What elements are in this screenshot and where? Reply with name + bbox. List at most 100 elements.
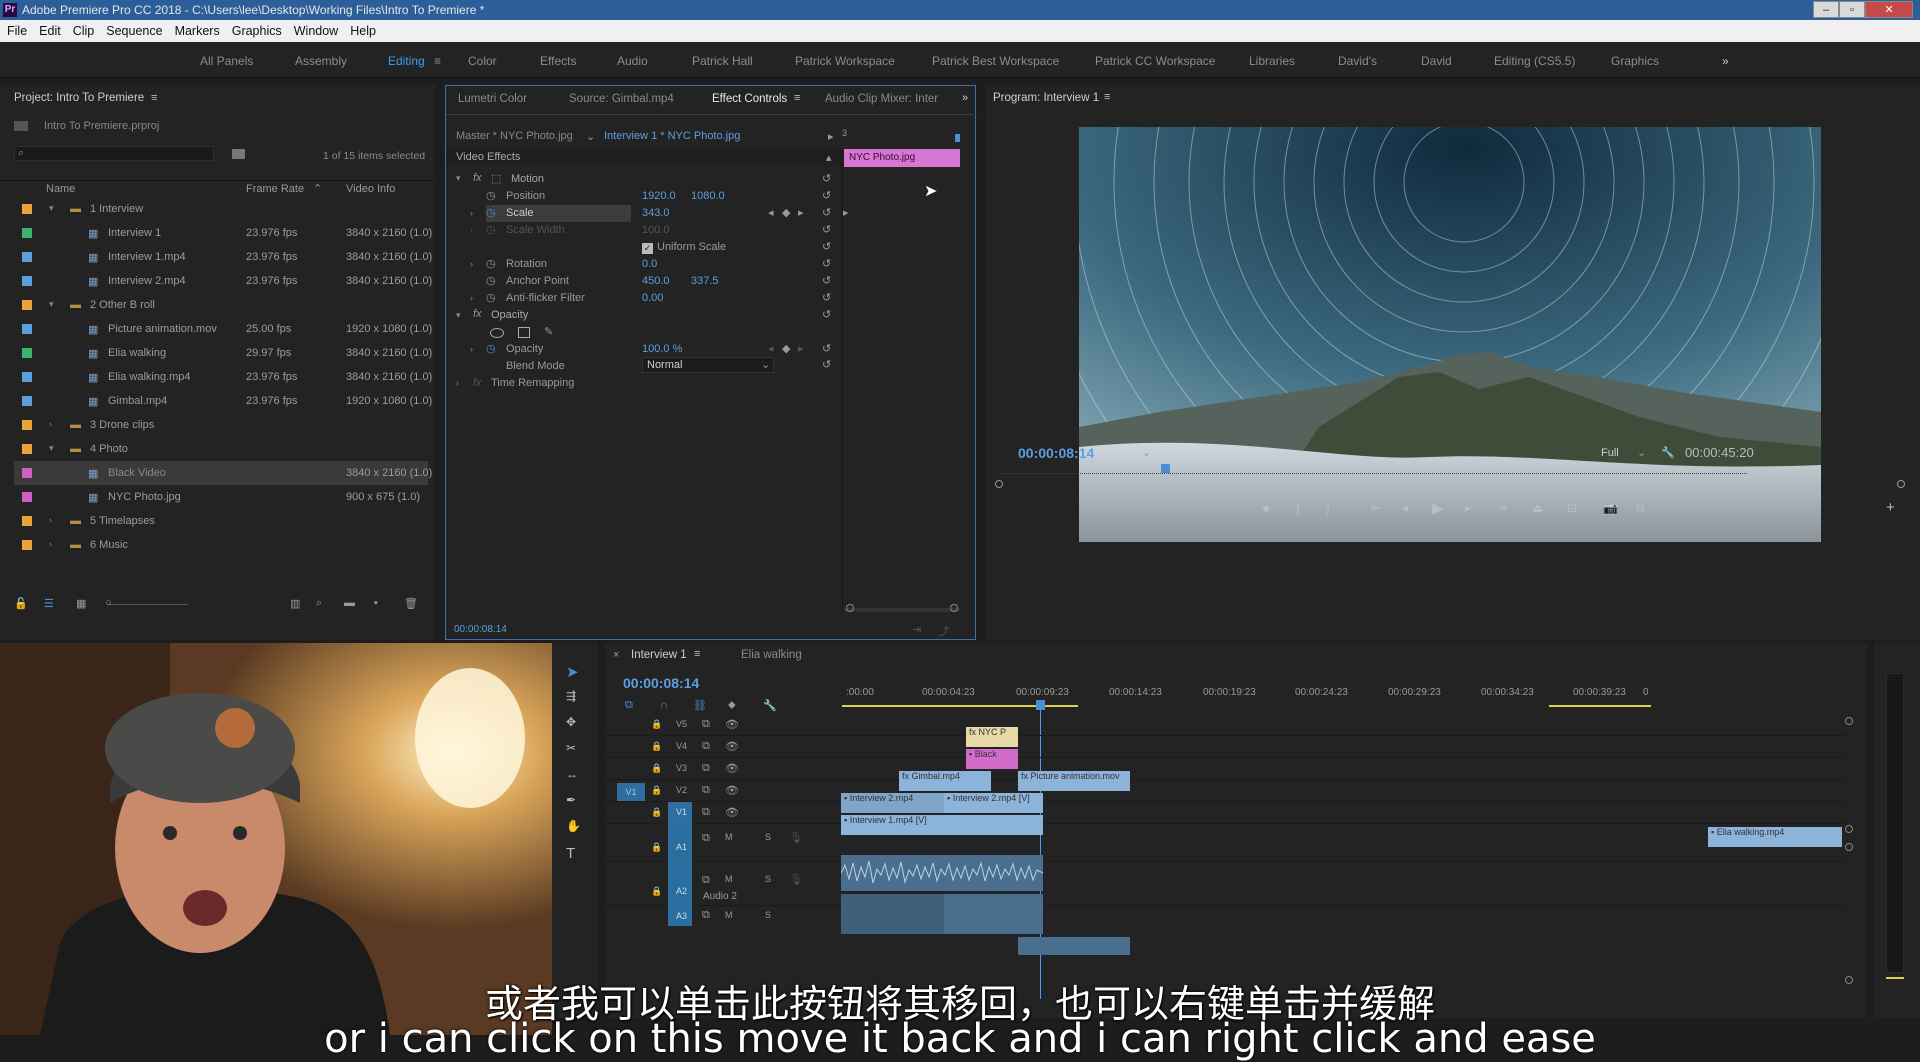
next-keyframe-icon[interactable]: ▸ [798,206,804,219]
add-button-icon[interactable]: + [1886,499,1895,516]
column-name[interactable]: Name [46,183,75,195]
nest-icon[interactable]: ⧉ [625,699,633,712]
tab-lumetri-color[interactable]: Lumetri Color [458,93,527,105]
reset-uniform-icon[interactable]: ↺ [822,240,831,253]
collapse-up-icon[interactable]: ▴ [826,151,832,164]
program-playhead[interactable] [1161,464,1170,473]
timeline-vscroll-mid[interactable] [1845,825,1853,833]
slip-tool-icon[interactable]: ↔ [566,767,578,781]
dropdown-chevron-icon[interactable]: ⌄ [586,130,595,143]
filter-icon[interactable]: ⇥ [912,623,921,636]
anchor-x-value[interactable]: 450.0 [642,275,670,287]
reset-motion-icon[interactable]: ↺ [822,172,831,185]
voiceover-mic-icon[interactable]: 🎙 [789,831,803,844]
label-color-swatch[interactable] [22,516,32,526]
project-item-row[interactable]: ▦ Picture animation.mov 25.00 fps 1920 x 10… [14,317,432,341]
add-keyframe-icon[interactable]: ◆ [782,206,790,219]
mute-a3-button[interactable]: M [725,910,733,920]
list-view-icon[interactable]: ☰ [44,597,54,610]
track-v4-label[interactable]: V4 [676,741,687,751]
hand-tool-icon[interactable]: ✋ [566,819,581,833]
antiflicker-value[interactable]: 0.00 [642,292,663,304]
program-ruler[interactable] [1001,473,1747,483]
label-color-swatch[interactable] [22,540,32,550]
pen-tool-icon[interactable]: ✒ [566,793,576,807]
project-search-input[interactable]: ⌕ [14,146,214,161]
scale-value[interactable]: 343.0 [642,207,670,219]
project-item-row[interactable]: ▾ ▬ 2 Other B roll [14,293,428,317]
fx-icon[interactable]: fx [473,172,482,184]
audio-clip-a1[interactable] [840,855,1044,891]
eye-icon[interactable]: 👁 [725,740,739,753]
step-back-icon[interactable]: ◂ [1402,501,1408,515]
audio-clip-a2-b[interactable] [944,894,1043,934]
keyframe-arrow-icon[interactable]: ▸ [843,206,849,219]
add-keyframe-icon[interactable]: ◆ [782,342,790,355]
fit-dropdown[interactable]: Fit [1108,447,1120,459]
stopwatch-active-icon[interactable]: ◷ [486,206,496,219]
lock-track-icon[interactable]: 🔒 [651,842,662,853]
solo-a3-button[interactable]: S [765,910,771,920]
label-color-swatch[interactable] [22,204,32,214]
more-panels-icon[interactable]: » [962,92,968,104]
clip-interview-2-b[interactable]: ▪ Interview 2.mp4 [V] [944,793,1043,813]
menu-markers[interactable]: Markers [175,24,220,38]
reset-blend-icon[interactable]: ↺ [822,358,831,371]
reset-anchor-icon[interactable]: ↺ [822,274,831,287]
lock-track-icon[interactable]: 🔒 [651,886,662,897]
go-to-out-icon[interactable]: ⇥ [1497,501,1507,515]
lock-track-icon[interactable]: 🔒 [651,785,662,796]
tab-elia-walking[interactable]: Elia walking [741,649,802,661]
workspace-more-button[interactable]: » [1722,54,1729,68]
workspace-all-panels[interactable]: All Panels [200,54,253,68]
project-item-row[interactable]: ▦ NYC Photo.jpg 900 x 675 (1.0) [14,485,428,509]
project-item-row[interactable]: ▦ Interview 2.mp4 23.976 fps 3840 x 2160 (1… [14,269,432,293]
chevron-right-icon[interactable]: › [49,539,52,549]
mute-a2-button[interactable]: M [725,874,733,884]
opacity-value[interactable]: 100.0 % [642,343,682,355]
audio-clip-a3[interactable] [1018,937,1130,955]
add-marker-icon[interactable]: ⬥ [1262,501,1270,516]
menu-edit[interactable]: Edit [39,24,61,38]
clip-elia-walking-v1[interactable]: ▪ Elia walking.mp4 [1708,827,1842,847]
mini-clip-bar[interactable]: NYC Photo.jpg [844,149,960,167]
workspace-libraries[interactable]: Libraries [1249,54,1295,68]
workspace-editing[interactable]: Editing [388,54,425,68]
sync-lock-icon[interactable]: ⧉ [702,874,710,887]
pen-mask-icon[interactable]: ✎ [544,325,553,338]
menu-sequence[interactable]: Sequence [106,24,162,38]
position-y-value[interactable]: 1080.0 [691,190,725,202]
workspace-assembly[interactable]: Assembly [295,54,347,68]
label-color-swatch[interactable] [22,348,32,358]
uniform-scale-checkbox[interactable]: ✓ [642,243,653,254]
label-color-swatch[interactable] [22,300,32,310]
sync-lock-icon[interactable]: ⧉ [702,909,710,922]
play-only-icon[interactable]: ▸ [828,130,834,143]
reset-scale-icon[interactable]: ↺ [822,206,831,219]
panel-menu-icon[interactable]: ≡ [794,92,800,104]
minimize-button[interactable]: – [1813,1,1839,18]
automate-to-sequence-icon[interactable]: ▥ [290,597,300,610]
clip-interview-2-a[interactable]: ▪ Interview 2.mp4 [841,793,944,813]
project-item-row[interactable]: ▦ Elia walking.mp4 23.976 fps 3840 x 2160 (… [14,365,432,389]
rotation-value[interactable]: 0.0 [642,258,657,270]
expand-antiflicker-icon[interactable]: › [470,293,473,303]
label-color-swatch[interactable] [22,228,32,238]
project-item-row[interactable]: › ▬ 3 Drone clips [14,413,428,437]
eye-icon[interactable]: 👁 [725,784,739,797]
program-timecode[interactable]: 00:00:08:14 [1018,445,1094,461]
menu-graphics[interactable]: Graphics [232,24,282,38]
lock-icon[interactable]: 🔓 [14,597,28,610]
menu-window[interactable]: Window [294,24,338,38]
project-item-row[interactable]: ▦ Interview 1.mp4 23.976 fps 3840 x 2160 (1… [14,245,432,269]
tab-interview-1[interactable]: Interview 1 [631,649,687,661]
mini-playhead[interactable] [955,134,960,142]
icon-view-icon[interactable]: ▦ [76,597,86,610]
project-item-row[interactable]: ▾ ▬ 4 Photo [14,437,428,461]
eye-icon[interactable]: 👁 [725,762,739,775]
settings-wrench-icon[interactable]: 🔧 [1661,446,1675,459]
sequence-clip-label[interactable]: Interview 1 * NYC Photo.jpg [604,130,740,142]
reset-opacity-icon[interactable]: ↺ [822,342,831,355]
project-item-row[interactable]: ▦ Gimbal.mp4 23.976 fps 1920 x 1080 (1.0) [14,389,432,413]
label-color-swatch[interactable] [22,372,32,382]
